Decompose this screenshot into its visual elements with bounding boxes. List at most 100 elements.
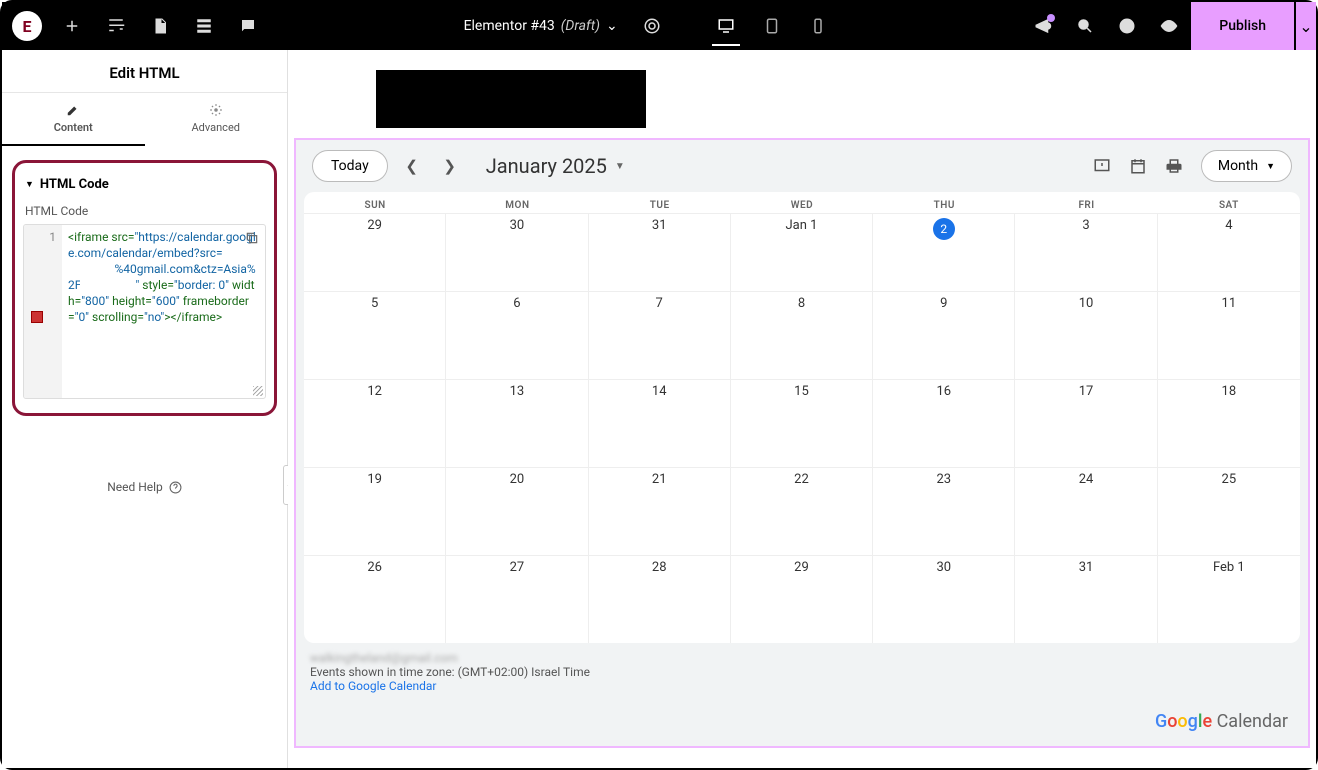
document-title[interactable]: Elementor #43 (Draft) ⌄ <box>464 18 618 34</box>
calendar-footer: walkingtheland@gmail.com Events shown in… <box>296 643 1308 703</box>
date-cell[interactable]: 21 <box>589 467 731 555</box>
date-cell[interactable]: 2 <box>873 213 1015 291</box>
date-cell[interactable]: Jan 1 <box>731 213 873 291</box>
footer-email: walkingtheland@gmail.com <box>310 651 1294 665</box>
date-cell[interactable]: 16 <box>873 379 1015 467</box>
need-help-link[interactable]: Need Help <box>2 480 287 494</box>
chevron-down-icon: ⌄ <box>606 18 618 34</box>
date-cell[interactable]: 15 <box>731 379 873 467</box>
date-cell[interactable]: 31 <box>1015 555 1157 643</box>
document-icon[interactable] <box>140 6 180 46</box>
date-cell[interactable]: 19 <box>304 467 446 555</box>
code-gutter: 1 <box>24 225 62 398</box>
dropdown-icon: ▼ <box>615 161 625 172</box>
date-cell[interactable]: 27 <box>446 555 588 643</box>
date-cell[interactable]: 13 <box>446 379 588 467</box>
google-calendar-brand[interactable]: Google Calendar <box>1155 711 1288 732</box>
dow-header: THU <box>873 192 1015 213</box>
doc-state: (Draft) <box>561 18 600 34</box>
date-cell[interactable]: 20 <box>446 467 588 555</box>
footer-timezone: Events shown in time zone: (GMT+02:00) I… <box>310 665 1294 679</box>
dow-header: SUN <box>304 192 446 213</box>
finder-search-icon[interactable] <box>1065 6 1105 46</box>
date-cell[interactable]: 30 <box>446 213 588 291</box>
google-calendar-embed: Today ❮ ❯ January 2025▼ Month▼ SUNMONTUE… <box>294 138 1310 748</box>
dow-header: MON <box>446 192 588 213</box>
date-cell[interactable]: 18 <box>1158 379 1300 467</box>
today-marker: 2 <box>933 218 955 240</box>
date-cell[interactable]: 30 <box>873 555 1015 643</box>
dow-header: FRI <box>1015 192 1157 213</box>
device-desktop-icon[interactable] <box>706 6 746 46</box>
field-label: HTML Code <box>23 202 266 224</box>
preview-icon[interactable] <box>1149 6 1189 46</box>
dow-header: TUE <box>589 192 731 213</box>
date-cell[interactable]: 31 <box>589 213 731 291</box>
date-cell[interactable]: 26 <box>304 555 446 643</box>
dow-header: WED <box>731 192 873 213</box>
notification-dot-icon <box>1047 14 1055 22</box>
section-header[interactable]: HTML Code <box>23 173 266 202</box>
date-cell[interactable]: 22 <box>731 467 873 555</box>
notes-icon[interactable] <box>228 6 268 46</box>
date-cell[interactable]: 14 <box>589 379 731 467</box>
date-cell[interactable]: 3 <box>1015 213 1157 291</box>
gear-icon <box>209 103 223 117</box>
resize-handle-icon[interactable] <box>253 386 263 396</box>
date-cell[interactable]: 6 <box>446 291 588 379</box>
elementor-logo-icon[interactable]: E <box>12 11 42 41</box>
date-cell[interactable]: 29 <box>731 555 873 643</box>
top-toolbar: E Elementor #43 (Draft) ⌄ Publish ⌄ <box>2 2 1316 50</box>
code-content[interactable]: <iframe src="https://calendar.google.com… <box>62 225 265 398</box>
tab-advanced[interactable]: Advanced <box>145 93 288 146</box>
tab-content[interactable]: Content <box>2 93 145 146</box>
date-cell[interactable]: 9 <box>873 291 1015 379</box>
prev-month-icon[interactable]: ❮ <box>398 152 426 180</box>
date-cell[interactable]: 12 <box>304 379 446 467</box>
date-cell[interactable]: Feb 1 <box>1158 555 1300 643</box>
help-circle-icon <box>169 481 182 494</box>
html-code-editor[interactable]: 1 <iframe src="https://calendar.google.c… <box>23 224 266 399</box>
date-cell[interactable]: 4 <box>1158 213 1300 291</box>
month-label[interactable]: January 2025▼ <box>486 154 625 178</box>
add-to-calendar-link[interactable]: Add to Google Calendar <box>310 679 436 693</box>
editor-sidebar: Edit HTML Content Advanced HTML Code HTM… <box>2 50 288 768</box>
add-element-icon[interactable] <box>52 6 92 46</box>
date-cell[interactable]: 11 <box>1158 291 1300 379</box>
date-cell[interactable]: 23 <box>873 467 1015 555</box>
device-tablet-icon[interactable] <box>752 6 792 46</box>
doc-name: Elementor #43 <box>464 18 555 34</box>
view-selector-button[interactable]: Month▼ <box>1201 150 1292 182</box>
html-code-section: HTML Code HTML Code 1 <iframe src="https… <box>12 160 277 416</box>
publish-options-icon[interactable]: ⌄ <box>1296 2 1316 50</box>
date-cell[interactable]: 25 <box>1158 467 1300 555</box>
calendar-grid: SUNMONTUEWEDTHUFRISAT 293031Jan 12345678… <box>304 192 1300 643</box>
date-cell[interactable]: 28 <box>589 555 731 643</box>
preview-canvas: Today ❮ ❯ January 2025▼ Month▼ SUNMONTUE… <box>288 50 1316 768</box>
error-marker-icon <box>31 311 43 323</box>
today-button[interactable]: Today <box>312 150 388 182</box>
pencil-icon <box>66 103 80 117</box>
panel-title: Edit HTML <box>2 50 287 93</box>
structure-icon[interactable] <box>184 6 224 46</box>
calendar-icon[interactable] <box>1129 157 1147 175</box>
whats-new-icon[interactable] <box>1023 6 1063 46</box>
date-cell[interactable]: 7 <box>589 291 731 379</box>
print-icon[interactable] <box>1165 157 1183 175</box>
date-cell[interactable]: 5 <box>304 291 446 379</box>
next-month-icon[interactable]: ❯ <box>436 152 464 180</box>
device-mobile-icon[interactable] <box>798 6 838 46</box>
help-icon[interactable] <box>1107 6 1147 46</box>
copy-icon[interactable] <box>245 231 259 245</box>
site-settings-icon[interactable] <box>96 6 136 46</box>
date-cell[interactable]: 24 <box>1015 467 1157 555</box>
dow-header: SAT <box>1158 192 1300 213</box>
date-cell[interactable]: 8 <box>731 291 873 379</box>
publish-button[interactable]: Publish <box>1191 2 1294 50</box>
date-cell[interactable]: 10 <box>1015 291 1157 379</box>
feedback-icon[interactable] <box>1093 157 1111 175</box>
header-placeholder <box>376 70 646 128</box>
date-cell[interactable]: 17 <box>1015 379 1157 467</box>
page-settings-icon[interactable] <box>632 6 672 46</box>
date-cell[interactable]: 29 <box>304 213 446 291</box>
